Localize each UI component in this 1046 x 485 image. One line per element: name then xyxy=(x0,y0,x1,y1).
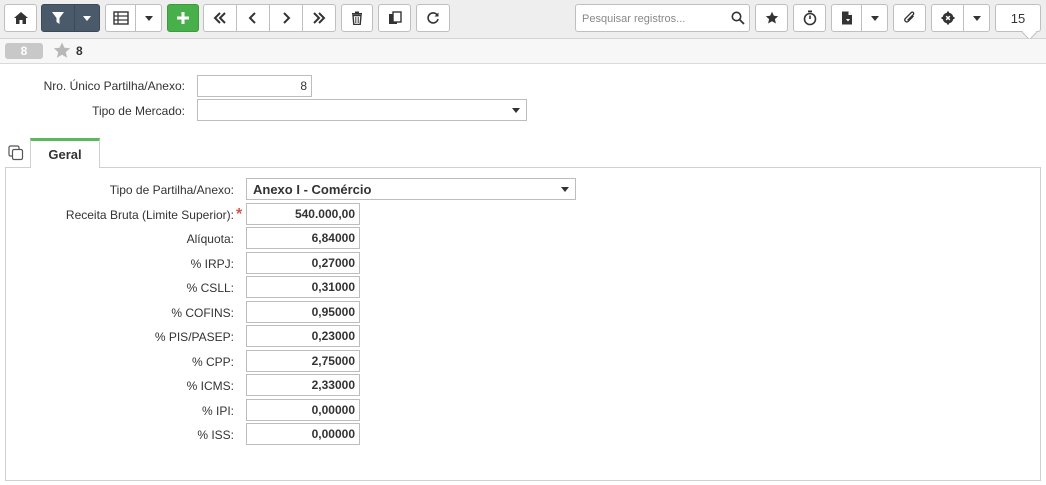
nro-unico-field[interactable]: 8 xyxy=(197,75,312,97)
csll-label: % CSLL: xyxy=(186,281,234,295)
report-button[interactable] xyxy=(831,4,862,32)
aliquota-field[interactable]: 6,84000 xyxy=(246,227,360,249)
record-id: 8 xyxy=(76,44,83,58)
copy-button[interactable] xyxy=(378,4,411,32)
next-icon xyxy=(283,12,291,24)
tipo-mercado-select[interactable] xyxy=(197,99,527,121)
pis-pasep-field[interactable]: 0,23000 xyxy=(246,325,360,347)
chevron-down-icon xyxy=(972,15,981,21)
icms-label: % ICMS: xyxy=(186,379,234,393)
filter-dropdown-button[interactable] xyxy=(74,4,100,32)
receita-bruta-label: Receita Bruta (Limite Superior): xyxy=(65,208,234,222)
irpj-label: % IRPJ: xyxy=(190,257,234,271)
paperclip-icon xyxy=(903,11,914,23)
last-record-button[interactable] xyxy=(302,4,336,32)
last-icon xyxy=(313,12,326,24)
copy-icon xyxy=(388,11,402,24)
aliquota-label: Alíquota: xyxy=(186,232,234,246)
tab-geral-label: Geral xyxy=(48,147,82,162)
attach-button[interactable] xyxy=(893,4,926,32)
search-icon[interactable] xyxy=(731,11,745,25)
first-record-button[interactable] xyxy=(203,4,237,32)
home-icon xyxy=(13,12,28,24)
receita-bruta-field[interactable]: 540.000,00 xyxy=(246,203,360,225)
grid-icon xyxy=(112,11,129,25)
gear-icon xyxy=(941,11,954,25)
search-box[interactable] xyxy=(575,4,750,32)
toolbar: 15 xyxy=(0,0,1046,39)
grid-view-button[interactable] xyxy=(105,4,136,32)
iss-label: % ISS: xyxy=(197,428,234,442)
timer-button[interactable] xyxy=(793,4,826,32)
cpp-field[interactable]: 2,75000 xyxy=(246,350,360,372)
csll-field[interactable]: 0,31000 xyxy=(246,276,360,298)
timer-icon xyxy=(803,10,816,26)
search-input[interactable] xyxy=(580,10,729,28)
tipo-partilha-value: Anexo I - Comércio xyxy=(253,182,372,197)
page-size-selector[interactable]: 15 xyxy=(995,4,1041,32)
irpj-field[interactable]: 0,27000 xyxy=(246,252,360,274)
star-icon[interactable] xyxy=(53,42,71,59)
home-button[interactable] xyxy=(4,4,37,32)
page-size-value: 15 xyxy=(1010,10,1026,26)
tipo-partilha-label: Tipo de Partilha/Anexo: xyxy=(109,183,234,197)
tab-geral[interactable]: Geral xyxy=(30,138,100,168)
previous-record-button[interactable] xyxy=(236,4,270,32)
required-marker: * xyxy=(236,206,243,223)
chevron-down-icon xyxy=(561,187,569,192)
cpp-label: % CPP: xyxy=(191,355,234,369)
refresh-icon xyxy=(427,12,439,24)
grid-dropdown-button[interactable] xyxy=(135,4,162,32)
chevron-down-icon xyxy=(870,15,879,21)
record-count-badge[interactable]: 8 xyxy=(5,43,43,59)
iss-field[interactable]: 0,00000 xyxy=(246,423,360,445)
tipo-mercado-label: Tipo de Mercado: xyxy=(92,104,185,118)
settings-dropdown-button[interactable] xyxy=(963,4,990,32)
previous-icon xyxy=(248,12,256,24)
first-icon xyxy=(213,12,226,24)
refresh-button[interactable] xyxy=(416,4,450,32)
add-button[interactable] xyxy=(167,4,199,32)
delete-button[interactable] xyxy=(341,4,373,32)
report-dropdown-button[interactable] xyxy=(861,4,888,32)
filter-button[interactable] xyxy=(41,4,75,32)
cofins-field[interactable]: 0,95000 xyxy=(246,301,360,323)
record-bar: 8 8 xyxy=(0,39,1046,64)
next-record-button[interactable] xyxy=(269,4,303,32)
ipi-field[interactable]: 0,00000 xyxy=(246,399,360,421)
ipi-label: % IPI: xyxy=(201,404,234,418)
star-icon xyxy=(765,11,778,24)
icms-field[interactable]: 2,33000 xyxy=(246,374,360,396)
report-icon xyxy=(841,11,852,25)
chevron-down-icon xyxy=(512,108,520,113)
copy-tabs-icon[interactable] xyxy=(8,145,24,161)
chevron-down-icon xyxy=(144,15,153,21)
cofins-label: % COFINS: xyxy=(171,306,234,320)
add-icon xyxy=(177,12,189,24)
delete-icon xyxy=(352,11,362,25)
tipo-partilha-select[interactable]: Anexo I - Comércio xyxy=(246,178,576,200)
nro-unico-label: Nro. Único Partilha/Anexo: xyxy=(43,79,185,93)
favorite-button[interactable] xyxy=(755,4,788,32)
filter-icon xyxy=(52,12,64,24)
chevron-down-icon xyxy=(83,15,91,21)
settings-button[interactable] xyxy=(931,4,964,32)
pis-pasep-label: % PIS/PASEP: xyxy=(154,330,234,344)
